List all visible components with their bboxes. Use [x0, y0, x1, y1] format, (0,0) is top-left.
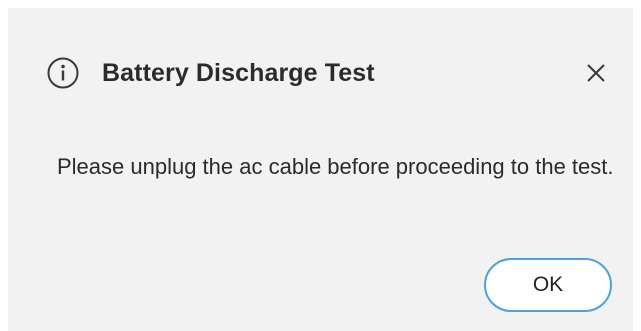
dialog-message: Please unplug the ac cable before procee…: [57, 154, 614, 179]
close-button[interactable]: [581, 58, 611, 88]
info-icon: [46, 56, 80, 90]
ok-button[interactable]: OK: [484, 258, 612, 312]
dialog-header: Battery Discharge Test: [46, 50, 633, 96]
dialog-title: Battery Discharge Test: [102, 58, 375, 87]
close-icon[interactable]: [585, 62, 607, 84]
dialog: Battery Discharge Test Please unplug the…: [8, 8, 633, 331]
